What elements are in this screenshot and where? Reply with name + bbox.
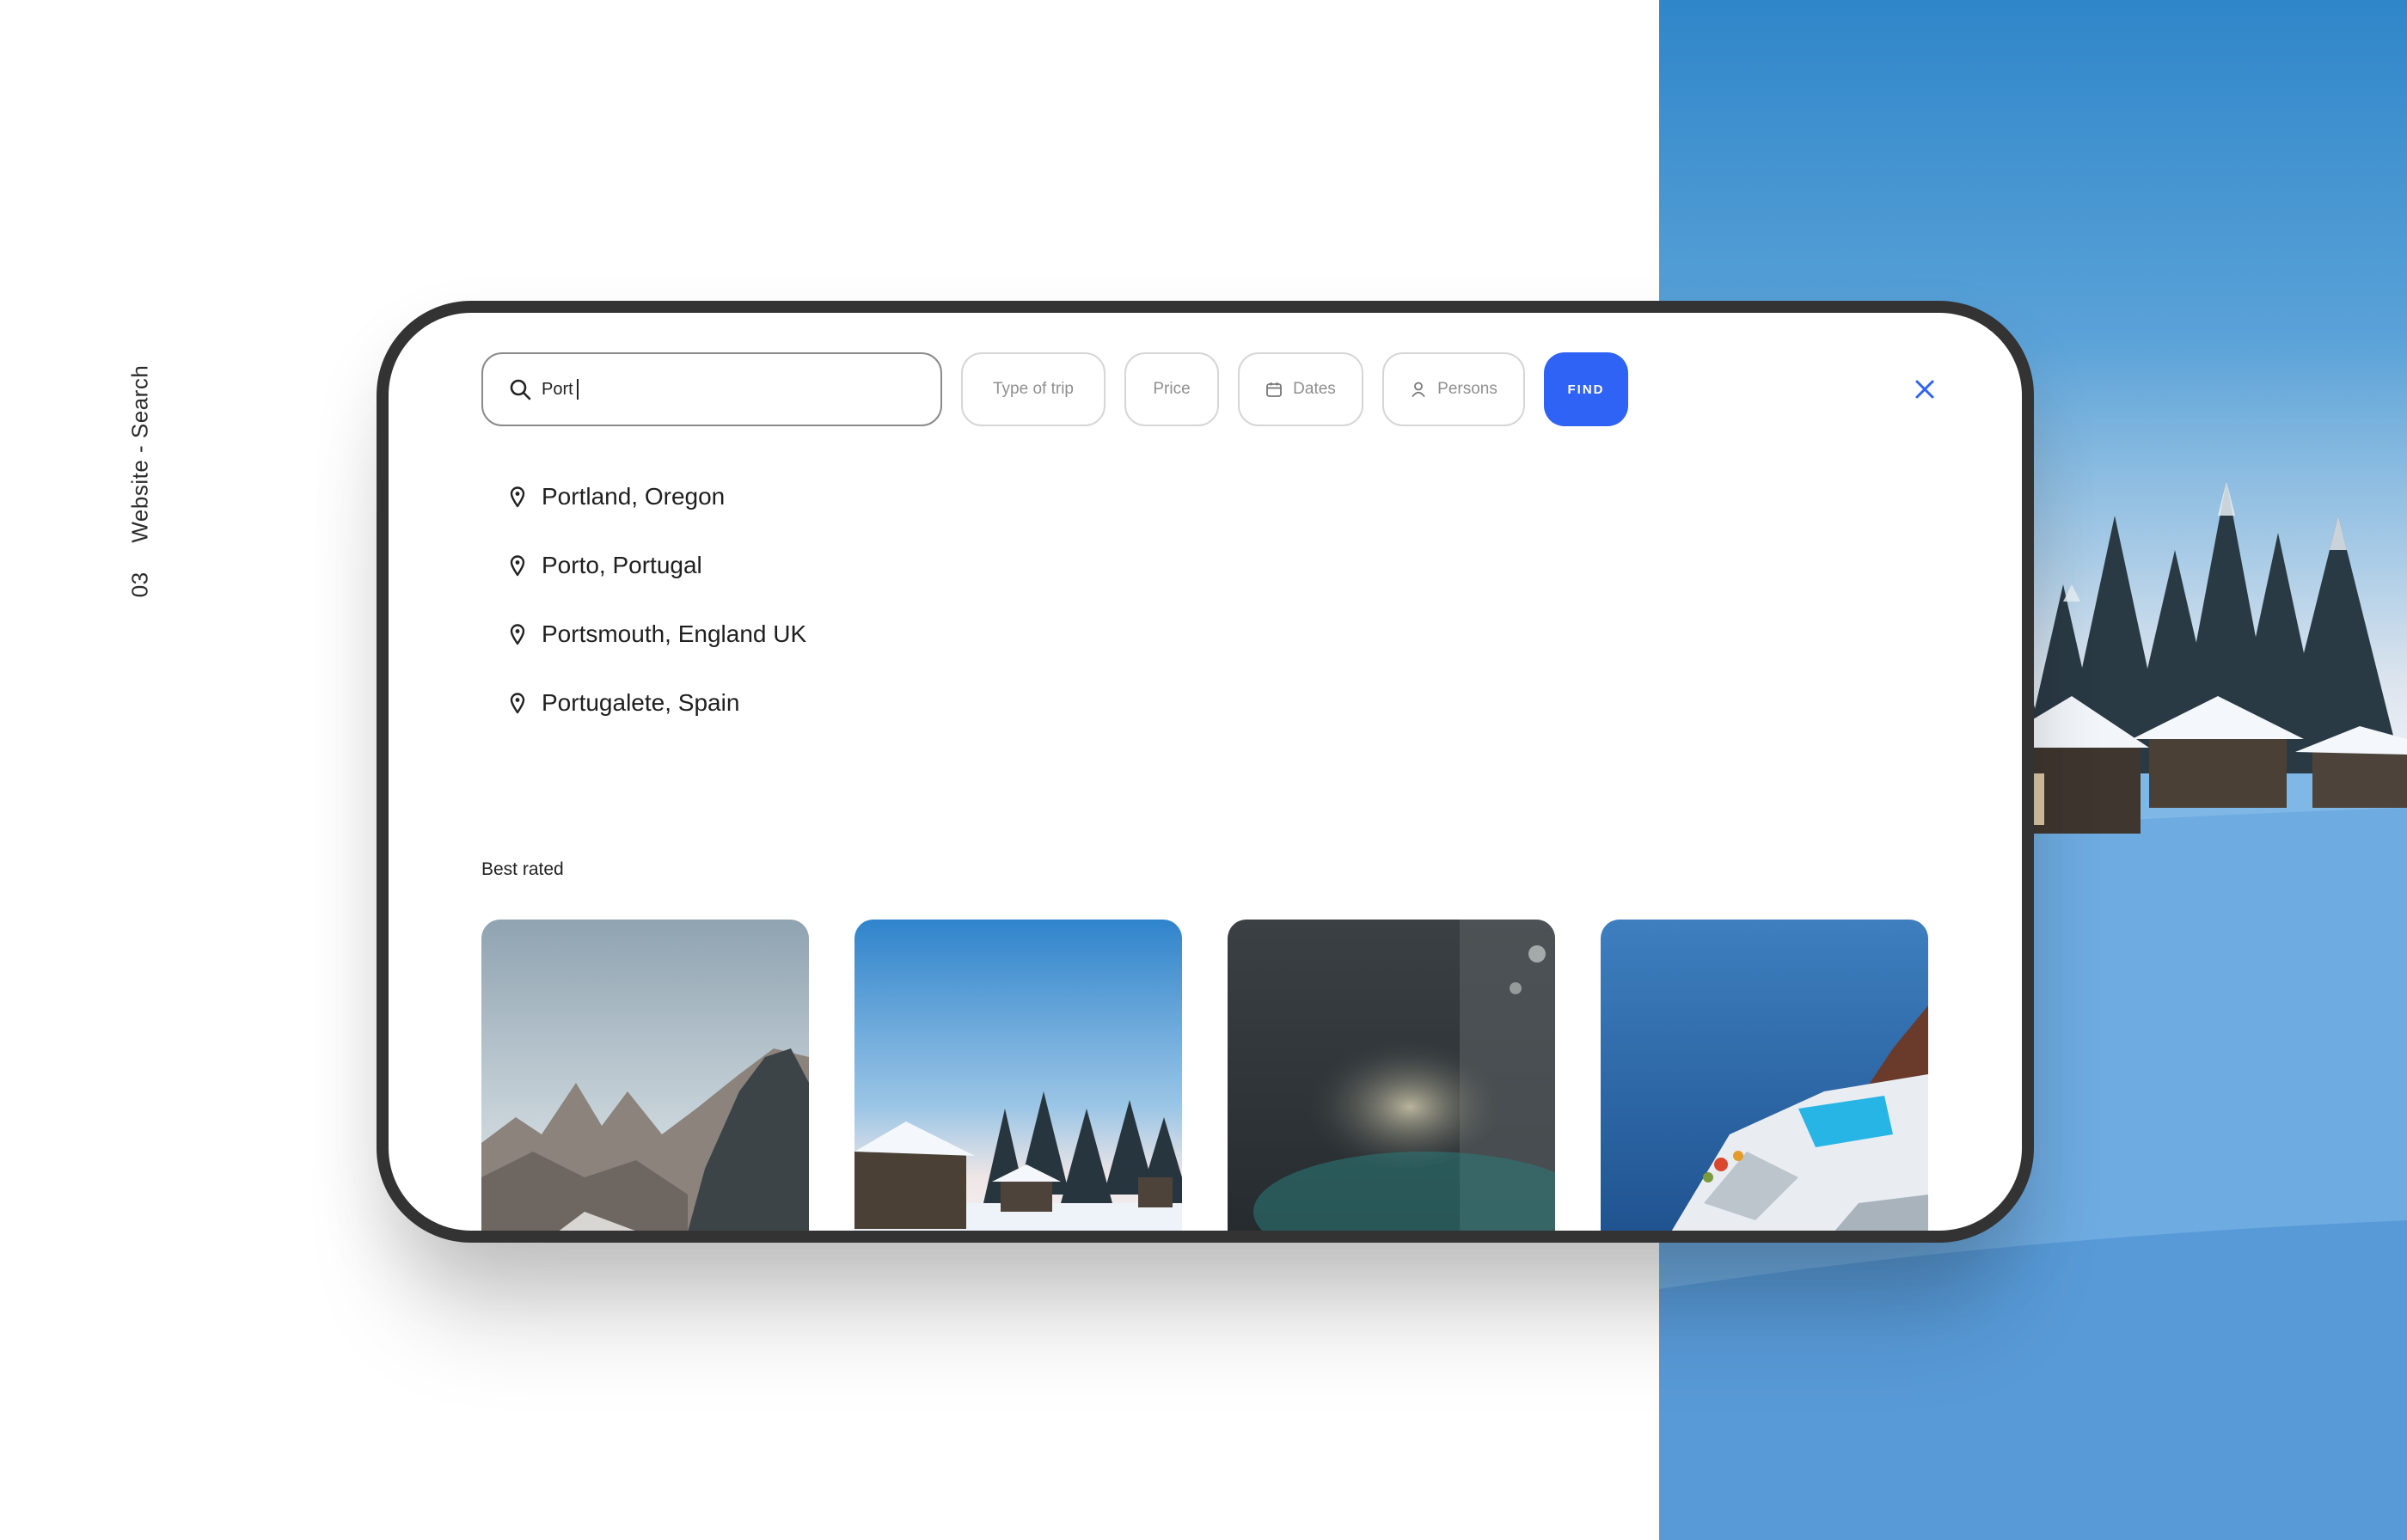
best-rated-heading: Best rated xyxy=(481,859,564,879)
location-pin-icon xyxy=(509,623,526,645)
dates-label: Dates xyxy=(1293,380,1336,398)
location-pin-icon xyxy=(509,554,526,577)
suggestion-item[interactable]: Portugalete, Spain xyxy=(509,669,806,737)
suggestion-label: Portsmouth, England UK xyxy=(542,620,807,647)
santorini-pool-photo xyxy=(1601,920,1928,1231)
device-frame: Port Type of trip Price Dates Persons FI… xyxy=(377,301,2034,1243)
price-label: Price xyxy=(1153,380,1191,398)
find-button[interactable]: FIND xyxy=(1544,352,1628,426)
suggestion-item[interactable]: Porto, Portugal xyxy=(509,531,806,600)
suggestion-item[interactable]: Portsmouth, England UK xyxy=(509,600,806,669)
best-rated-card-blurred[interactable] xyxy=(1228,920,1555,1231)
snowy-cabins-photo xyxy=(854,920,1182,1231)
dates-filter[interactable]: Dates xyxy=(1238,352,1363,426)
device-screen: Port Type of trip Price Dates Persons FI… xyxy=(389,313,2022,1231)
best-rated-card-cabins[interactable] xyxy=(854,920,1182,1231)
search-value: Port xyxy=(542,379,573,399)
best-rated-card-santorini[interactable] xyxy=(1601,920,1928,1231)
suggestion-label: Portugalete, Spain xyxy=(542,689,740,716)
suggestion-label: Porto, Portugal xyxy=(542,552,702,578)
person-icon xyxy=(1410,381,1437,398)
close-button[interactable] xyxy=(1912,376,1938,402)
suggestion-list: Portland, Oregon Porto, Portugal Portsmo… xyxy=(509,462,806,737)
search-input[interactable]: Port xyxy=(481,352,942,426)
persons-filter[interactable]: Persons xyxy=(1382,352,1525,426)
calendar-icon xyxy=(1265,381,1293,398)
search-bar: Port Type of trip Price Dates Persons FI… xyxy=(481,352,1628,426)
section-title: Website - Search xyxy=(126,364,153,543)
blurred-city-photo xyxy=(1228,920,1555,1231)
suggestion-label: Portland, Oregon xyxy=(542,483,726,510)
close-icon xyxy=(1912,376,1938,402)
mountain-peaks-photo xyxy=(481,920,809,1231)
section-number: 03 xyxy=(126,571,153,598)
price-filter[interactable]: Price xyxy=(1124,352,1219,426)
text-cursor xyxy=(576,379,579,400)
type-of-trip-label: Type of trip xyxy=(993,380,1074,398)
search-icon xyxy=(509,378,531,400)
persons-label: Persons xyxy=(1437,380,1497,398)
suggestion-item[interactable]: Portland, Oregon xyxy=(509,462,806,531)
location-pin-icon xyxy=(509,486,526,508)
type-of-trip-filter[interactable]: Type of trip xyxy=(961,352,1106,426)
best-rated-card-mountains[interactable] xyxy=(481,920,809,1231)
location-pin-icon xyxy=(509,692,526,714)
section-caption: 03 Website - Search xyxy=(127,365,154,598)
